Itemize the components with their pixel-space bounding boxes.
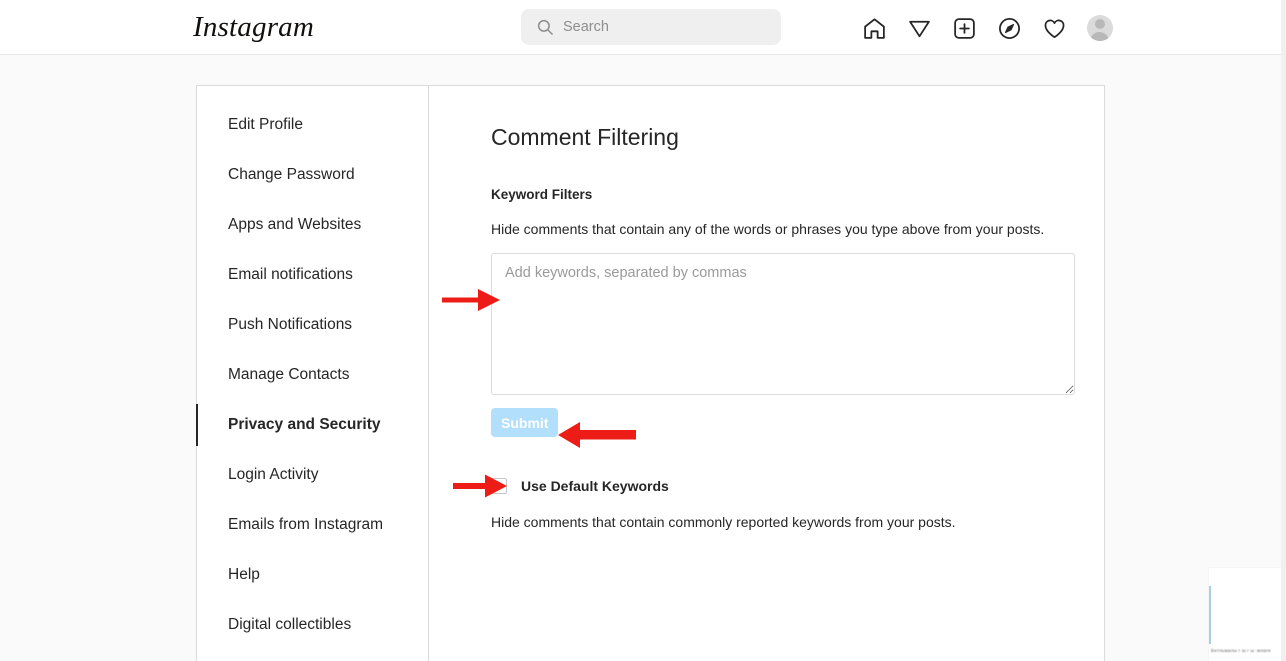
home-icon[interactable] (852, 12, 897, 44)
corner-overlay-artifact: Бетльмалы г ш г ы: млаги (1209, 568, 1286, 661)
use-default-keywords-row: Use Default Keywords (491, 478, 669, 494)
vertical-scrollbar[interactable] (1281, 0, 1286, 661)
keyword-filters-label: Keyword Filters (491, 187, 593, 202)
sidebar-item-label: Login Activity (228, 466, 319, 483)
sidebar-item-label: Digital collectibles (228, 616, 352, 633)
search-input[interactable]: Search (521, 9, 781, 45)
new-post-plus-icon[interactable] (942, 12, 987, 44)
sidebar-item-help[interactable]: Help (197, 550, 428, 600)
corner-artifact-bar (1209, 586, 1211, 644)
settings-card: Edit Profile Change Password Apps and We… (196, 85, 1105, 661)
sidebar-item-change-password[interactable]: Change Password (197, 150, 428, 200)
keyword-filters-help-text: Hide comments that contain any of the wo… (491, 221, 1045, 237)
sidebar-item-label: Help (228, 566, 260, 583)
sidebar-item-label: Push Notifications (228, 316, 353, 333)
top-navigation-bar: Instagram Search (0, 0, 1286, 55)
sidebar-item-manage-contacts[interactable]: Manage Contacts (197, 350, 428, 400)
sidebar-item-label: Email notifications (228, 266, 353, 283)
avatar (1086, 15, 1113, 41)
explore-compass-icon[interactable] (987, 12, 1032, 44)
profile-avatar-icon[interactable] (1077, 12, 1122, 44)
corner-artifact-text: Бетльмалы г ш г ы: млаги (1211, 648, 1271, 653)
nav-icon-group (852, 12, 1122, 44)
submit-button[interactable]: Submit (491, 408, 559, 437)
sidebar-item-emails-from-instagram[interactable]: Emails from Instagram (197, 500, 428, 550)
sidebar-item-label: Edit Profile (228, 116, 303, 133)
sidebar-item-digital-collectibles[interactable]: Digital collectibles (197, 600, 428, 650)
sidebar-item-label: Privacy and Security (228, 416, 381, 433)
sidebar-item-label: Apps and Websites (228, 216, 362, 233)
sidebar-item-email-notifications[interactable]: Email notifications (197, 250, 428, 300)
sidebar-item-push-notifications[interactable]: Push Notifications (197, 300, 428, 350)
sidebar-item-privacy-and-security[interactable]: Privacy and Security (196, 400, 428, 450)
use-default-keywords-checkbox[interactable] (491, 478, 507, 494)
search-placeholder-text: Search (563, 19, 609, 35)
instagram-logo[interactable]: Instagram (193, 10, 314, 44)
instagram-settings-page: Instagram Search Edit Profile Change Pas… (0, 0, 1286, 661)
settings-sidebar: Edit Profile Change Password Apps and We… (196, 86, 429, 661)
search-icon (536, 18, 554, 36)
use-default-keywords-help-text: Hide comments that contain commonly repo… (491, 514, 956, 530)
sidebar-item-label: Emails from Instagram (228, 516, 384, 533)
messenger-send-icon[interactable] (897, 12, 942, 44)
sidebar-item-login-activity[interactable]: Login Activity (197, 450, 428, 500)
keyword-filters-textarea[interactable] (491, 253, 1075, 395)
sidebar-item-label: Change Password (228, 166, 355, 183)
sidebar-item-label: Manage Contacts (228, 366, 350, 383)
sidebar-item-edit-profile[interactable]: Edit Profile (197, 100, 428, 150)
settings-content-panel: Comment Filtering Keyword Filters Hide c… (429, 86, 1104, 661)
page-title: Comment Filtering (491, 124, 679, 150)
use-default-keywords-label[interactable]: Use Default Keywords (521, 478, 669, 494)
sidebar-item-apps-and-websites[interactable]: Apps and Websites (197, 200, 428, 250)
activity-heart-icon[interactable] (1032, 12, 1077, 44)
